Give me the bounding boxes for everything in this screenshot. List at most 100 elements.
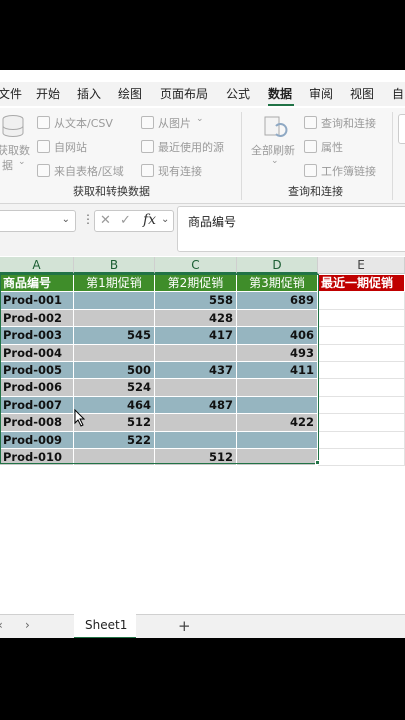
column-header-a[interactable]: A <box>0 257 74 274</box>
product-id-cell[interactable]: Prod-010 <box>0 449 74 467</box>
product-id-cell[interactable]: Prod-006 <box>0 379 74 397</box>
confirm-icon[interactable]: ✓ <box>120 213 131 228</box>
promo-value-cell[interactable] <box>237 431 318 449</box>
promo-value-cell[interactable] <box>74 292 155 310</box>
promo-value-cell[interactable]: 689 <box>237 292 318 310</box>
fx-icon[interactable]: fx <box>143 212 156 228</box>
recent-sources-button[interactable]: 最近使用的源 <box>158 139 224 155</box>
menu-bar: 文件 开始 插入 绘图 页面布局 公式 数据 审阅 视图 自 <box>0 82 405 106</box>
chevron-left-icon[interactable]: ‹ <box>0 618 3 632</box>
product-id-cell[interactable]: Prod-003 <box>0 327 74 345</box>
group-label-get-transform: 获取和转换数据 <box>73 185 150 198</box>
promo-value-cell[interactable]: 500 <box>74 362 155 380</box>
name-box[interactable]: ⌄ <box>0 210 76 232</box>
chevron-right-icon[interactable]: › <box>25 618 30 632</box>
promo-value-cell[interactable]: 406 <box>237 327 318 345</box>
ribbon-overflow <box>398 114 405 144</box>
from-text-csv-button[interactable]: 从文本/CSV <box>54 115 113 131</box>
promo-value-cell[interactable]: 524 <box>74 379 155 397</box>
latest-promo-cell[interactable] <box>318 396 405 415</box>
promo-value-cell[interactable]: 417 <box>155 327 237 345</box>
product-id-cell[interactable]: Prod-007 <box>0 396 74 415</box>
latest-promo-cell[interactable] <box>318 362 405 380</box>
worksheet-grid[interactable]: A B C D E 商品编号 第1期促销 第2期促销 第3期促销 最近一期促销 … <box>0 257 405 467</box>
menu-insert[interactable]: 插入 <box>77 85 101 102</box>
promo-value-cell[interactable]: 512 <box>74 414 155 432</box>
menu-view[interactable]: 视图 <box>350 85 374 102</box>
add-sheet-button[interactable]: + <box>178 617 191 635</box>
promo-value-cell[interactable]: 422 <box>237 414 318 432</box>
latest-promo-cell[interactable] <box>318 309 405 328</box>
promo-value-cell[interactable]: 545 <box>74 327 155 345</box>
column-header-e[interactable]: E <box>318 257 405 274</box>
product-id-cell[interactable]: Prod-009 <box>0 431 74 449</box>
column-header-d[interactable]: D <box>237 257 318 274</box>
cancel-icon[interactable]: ✕ <box>100 213 111 228</box>
product-id-cell[interactable]: Prod-002 <box>0 309 74 328</box>
product-id-cell[interactable]: Prod-008 <box>0 414 74 432</box>
header-cell-latest-promo[interactable]: 最近一期促销 <box>318 275 405 293</box>
latest-promo-cell[interactable] <box>318 344 405 362</box>
queries-connections-button[interactable]: 查询和连接 <box>321 115 376 131</box>
promo-value-cell[interactable] <box>155 344 237 362</box>
menu-more[interactable]: 自 <box>392 85 404 102</box>
promo-value-cell[interactable]: 493 <box>237 344 318 362</box>
promo-value-cell[interactable]: 437 <box>155 362 237 380</box>
menu-home[interactable]: 开始 <box>36 85 60 102</box>
from-web-button[interactable]: 自网站 <box>54 139 87 155</box>
menu-page-layout[interactable]: 页面布局 <box>160 85 208 102</box>
product-id-cell[interactable]: Prod-005 <box>0 362 74 380</box>
from-table-range-button[interactable]: 来自表格/区域 <box>54 163 124 179</box>
promo-value-cell[interactable]: 558 <box>155 292 237 310</box>
column-header-c[interactable]: C <box>155 257 237 274</box>
web-icon <box>37 140 50 153</box>
menu-draw[interactable]: 绘图 <box>118 85 142 102</box>
existing-connections-button[interactable]: 现有连接 <box>158 163 202 179</box>
picture-icon <box>141 116 154 129</box>
promo-value-cell[interactable]: 512 <box>155 449 237 467</box>
promo-value-cell[interactable] <box>237 396 318 415</box>
properties-button[interactable]: 属性 <box>321 139 343 155</box>
promo-value-cell[interactable] <box>74 344 155 362</box>
menu-data[interactable]: 数据 <box>268 85 292 102</box>
promo-value-cell[interactable]: 487 <box>155 396 237 415</box>
promo-value-cell[interactable] <box>155 414 237 432</box>
promo-value-cell[interactable] <box>74 449 155 467</box>
workbook-links-button[interactable]: 工作簿链接 <box>321 163 376 179</box>
latest-promo-cell[interactable] <box>318 292 405 310</box>
promo-value-cell[interactable] <box>237 449 318 467</box>
from-picture-button[interactable]: 从图片 <box>158 115 191 131</box>
promo-value-cell[interactable]: 428 <box>155 309 237 328</box>
promo-value-cell[interactable] <box>237 309 318 328</box>
latest-promo-cell[interactable] <box>318 431 405 449</box>
column-header-b[interactable]: B <box>74 257 155 274</box>
ribbon-divider <box>241 112 242 200</box>
latest-promo-cell[interactable] <box>318 414 405 432</box>
product-id-cell[interactable]: Prod-004 <box>0 344 74 362</box>
fill-handle[interactable] <box>315 460 320 465</box>
formula-input[interactable]: 商品编号 <box>177 206 405 252</box>
header-cell-product-id[interactable]: 商品编号 <box>0 275 74 293</box>
promo-value-cell[interactable]: 464 <box>74 396 155 415</box>
menu-review[interactable]: 审阅 <box>309 85 333 102</box>
promo-value-cell[interactable] <box>155 379 237 397</box>
header-cell-promo-2[interactable]: 第2期促销 <box>155 275 237 293</box>
promo-value-cell[interactable]: 522 <box>74 431 155 449</box>
header-cell-promo-3[interactable]: 第3期促销 <box>237 275 318 293</box>
latest-promo-cell[interactable] <box>318 379 405 397</box>
promo-value-cell[interactable] <box>74 309 155 328</box>
header-cell-promo-1[interactable]: 第1期促销 <box>74 275 155 293</box>
more-icon[interactable]: ⋮ <box>82 212 94 226</box>
menu-file[interactable]: 文件 <box>0 85 22 102</box>
promo-value-cell[interactable]: 411 <box>237 362 318 380</box>
sheet-tab-sheet1[interactable]: Sheet1 <box>74 614 136 638</box>
menu-formulas[interactable]: 公式 <box>226 85 250 102</box>
latest-promo-cell[interactable] <box>318 327 405 345</box>
formula-bar: ⌄ ⋮ ✕ ✓ fx ⌄ 商品编号 <box>0 204 405 256</box>
latest-promo-cell[interactable] <box>318 449 405 467</box>
chevron-down-icon: ⌄ <box>271 156 279 166</box>
promo-value-cell[interactable] <box>155 431 237 449</box>
product-id-cell[interactable]: Prod-001 <box>0 292 74 310</box>
promo-value-cell[interactable] <box>237 379 318 397</box>
get-data-button[interactable]: 获取数 <box>0 142 30 158</box>
